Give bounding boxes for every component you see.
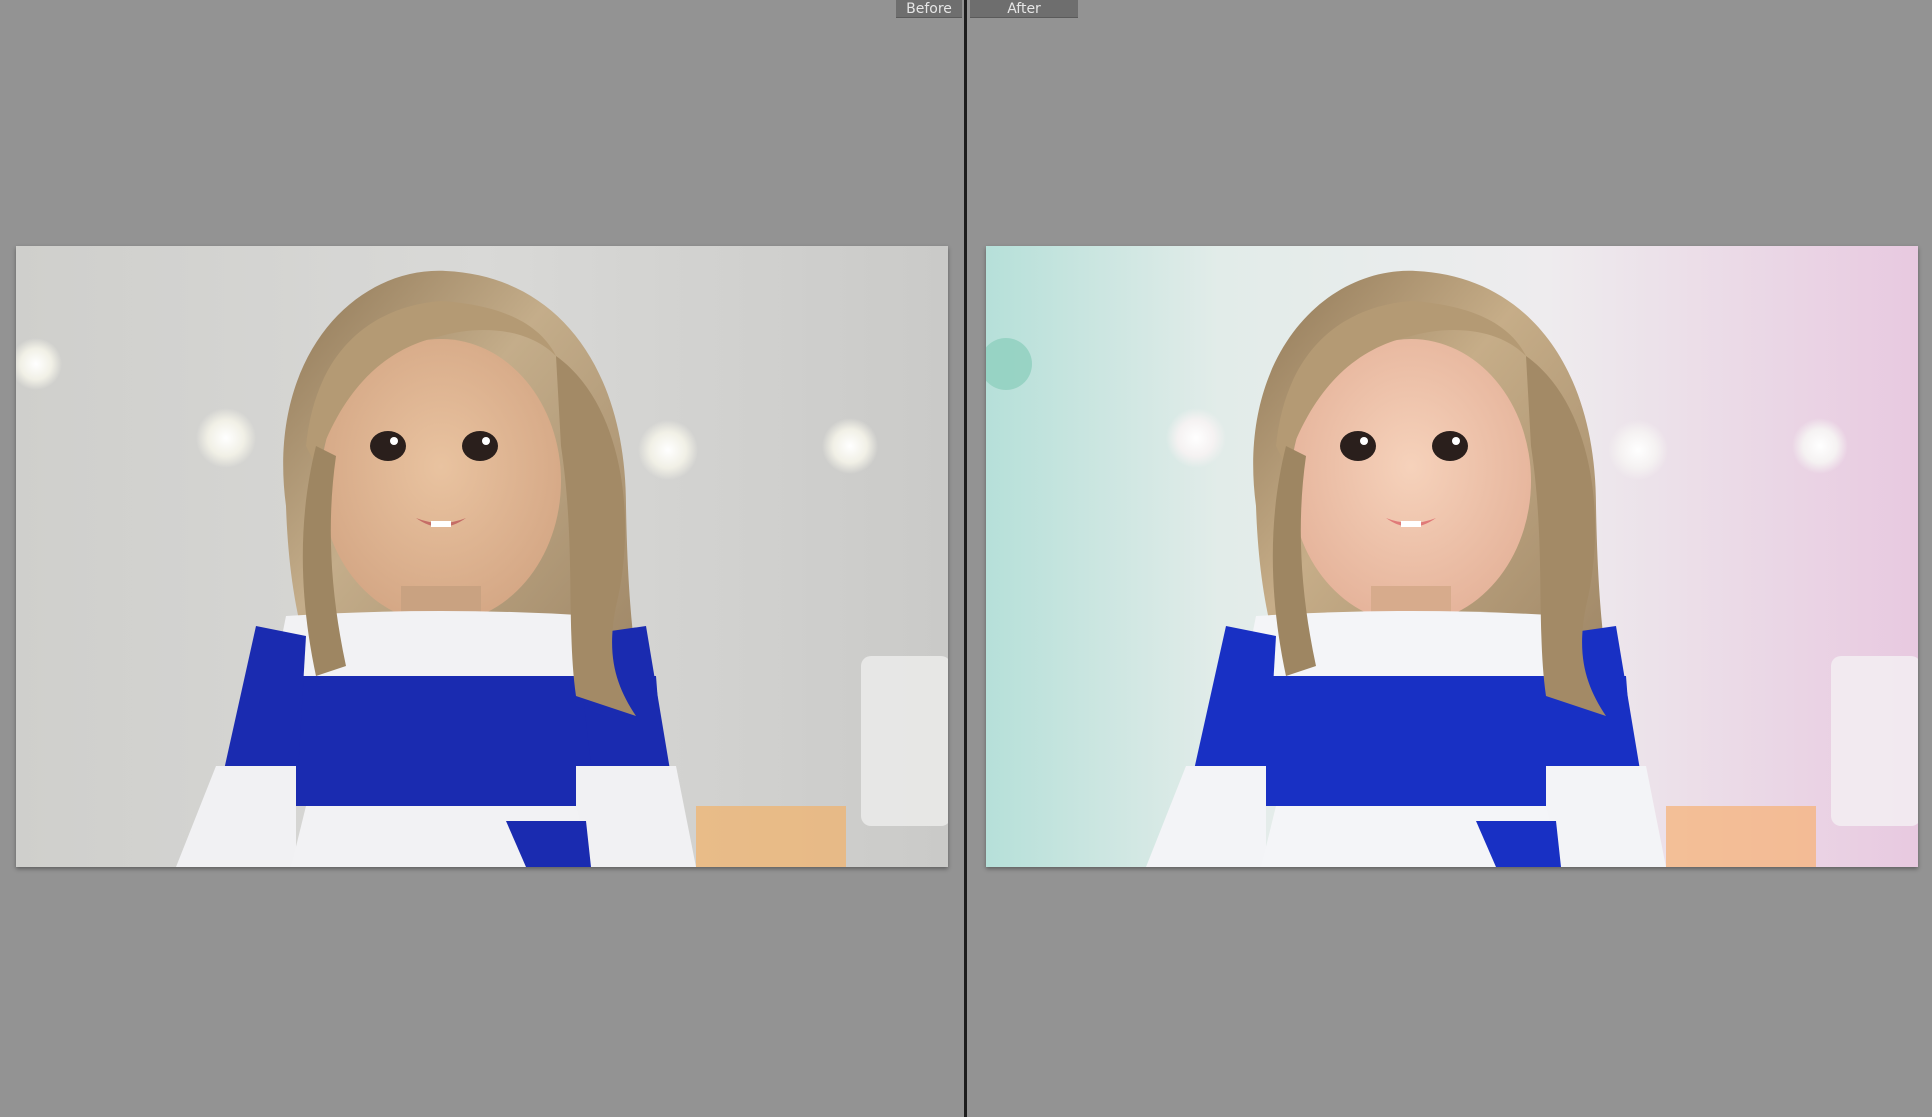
before-label: Before — [896, 0, 962, 18]
after-label: After — [970, 0, 1078, 18]
after-photo-image — [986, 246, 1918, 867]
before-photo-image — [16, 246, 948, 867]
before-photo — [16, 246, 948, 867]
after-photo — [986, 246, 1918, 867]
split-divider[interactable] — [964, 0, 967, 1117]
